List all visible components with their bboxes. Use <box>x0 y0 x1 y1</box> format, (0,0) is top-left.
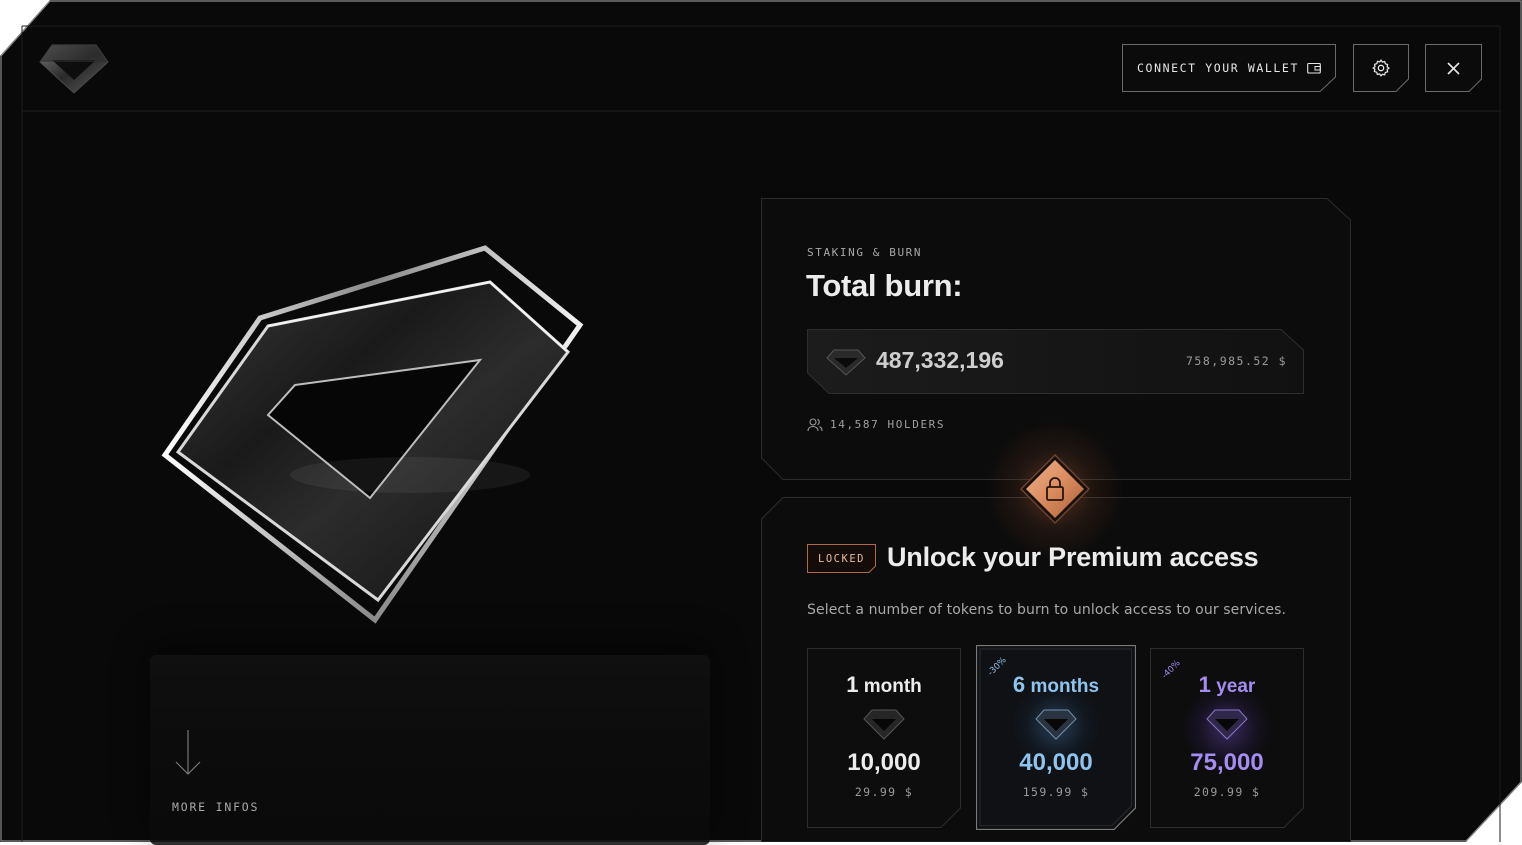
total-burn-title: Total burn: <box>806 268 963 303</box>
close-button[interactable] <box>1425 44 1482 92</box>
settings-button[interactable] <box>1353 44 1409 92</box>
connect-wallet-button[interactable]: CONNECT YOUR WALLET <box>1122 44 1336 92</box>
total-burn-usd: 758,985.52 $ <box>1186 354 1288 368</box>
users-icon <box>807 418 823 432</box>
plan-token-amount: 10,000 <box>847 749 921 776</box>
premium-description: Select a number of tokens to burn to unl… <box>807 602 1287 618</box>
locked-badge-label: LOCKED <box>818 552 865 565</box>
plan-token-amount: 75,000 <box>1190 749 1264 776</box>
lock-icon <box>1020 454 1090 524</box>
plan-card-1-year[interactable]: -40% 1 year 75,000 209.99 $ <box>1150 648 1304 828</box>
plan-duration: 6 months <box>1012 672 1100 697</box>
total-burn-amount: 487,332,196 <box>876 347 1004 373</box>
plan-price: 29.99 $ <box>854 785 914 799</box>
premium-title: Unlock your Premium access <box>887 542 1259 572</box>
pedestal-shadow <box>150 655 710 845</box>
plan-token-amount: 40,000 <box>1019 749 1093 776</box>
locked-status-badge: LOCKED <box>807 544 876 573</box>
diamond-3d-artwork <box>161 245 584 624</box>
gear-icon <box>1372 59 1390 77</box>
connect-wallet-label: CONNECT YOUR WALLET <box>1137 61 1299 75</box>
plan-card-1-month[interactable]: 1 month 10,000 29.99 $ <box>807 648 961 828</box>
diamond-logo[interactable] <box>38 42 110 94</box>
close-icon <box>1447 61 1460 75</box>
token-gem-icon <box>1035 709 1077 740</box>
plan-price: 159.99 $ <box>1022 785 1090 799</box>
plan-card-6-months[interactable]: -30% 6 months 40,000 159.99 $ <box>976 645 1136 830</box>
wallet-icon <box>1307 62 1321 74</box>
plan-duration: 1 month <box>846 672 922 697</box>
token-gem-icon <box>826 349 866 376</box>
arrow-down-icon[interactable] <box>172 728 204 778</box>
token-gem-icon <box>863 709 905 740</box>
more-infos-link[interactable]: MORE INFOS <box>172 800 259 814</box>
plan-price: 209.99 $ <box>1193 785 1261 799</box>
plan-duration: 1 year <box>1198 672 1256 697</box>
token-gem-icon <box>1206 709 1248 740</box>
staking-burn-eyebrow: STAKING & BURN <box>807 246 923 259</box>
holders-count: 14,587 HOLDERS <box>830 418 946 431</box>
